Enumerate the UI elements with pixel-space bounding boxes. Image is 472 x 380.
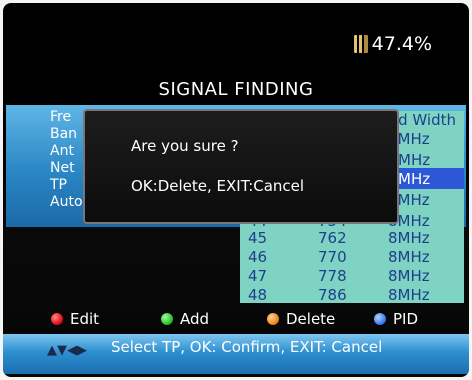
tp-row[interactable]: 47 778 8MHz bbox=[240, 265, 464, 286]
confirm-dialog[interactable]: Are you sure ? OK:Delete, EXIT:Cancel bbox=[83, 109, 399, 224]
tp-bw: 8MHz bbox=[388, 267, 430, 285]
blue-button-icon bbox=[374, 313, 386, 325]
help-bar: ▲▼◀▶ Select TP, OK: Confirm, EXIT: Cance… bbox=[3, 334, 469, 374]
legend-add-label: Add bbox=[180, 310, 210, 328]
tp-freq: 778 bbox=[318, 267, 347, 285]
signal-strength-icon bbox=[353, 35, 368, 53]
legend-add[interactable]: Add bbox=[161, 310, 209, 328]
tp-no: 48 bbox=[248, 286, 268, 304]
tp-no: 46 bbox=[248, 248, 268, 266]
legend-edit-label: Edit bbox=[70, 310, 100, 328]
navigation-arrows-icon: ▲▼◀▶ bbox=[47, 343, 87, 358]
param-band[interactable]: Ban bbox=[50, 126, 77, 142]
tv-screen: 47.4% SIGNAL FINDING Fre Ban Ant Net TP … bbox=[3, 3, 469, 377]
param-tp[interactable]: TP bbox=[50, 177, 67, 193]
legend-pid[interactable]: PID bbox=[374, 310, 418, 328]
red-button-icon bbox=[51, 313, 63, 325]
tp-bw: 8MHz bbox=[388, 286, 430, 304]
help-text: Select TP, OK: Confirm, EXIT: Cancel bbox=[111, 338, 383, 356]
green-button-icon bbox=[161, 313, 173, 325]
param-antenna[interactable]: Ant bbox=[50, 143, 74, 159]
tp-bw: MHz bbox=[398, 151, 431, 169]
param-network[interactable]: Net bbox=[50, 160, 75, 176]
tp-no: 45 bbox=[248, 229, 268, 247]
tp-header-bandwidth: d Width bbox=[398, 111, 456, 129]
signal-status: 47.4% bbox=[353, 33, 432, 55]
tp-row[interactable]: 46 770 8MHz bbox=[240, 246, 464, 267]
dialog-actions: OK:Delete, EXIT:Cancel bbox=[131, 177, 305, 195]
page-title: SIGNAL FINDING bbox=[158, 79, 314, 100]
tp-freq: 762 bbox=[318, 229, 347, 247]
legend-pid-label: PID bbox=[393, 310, 419, 328]
legend-edit[interactable]: Edit bbox=[51, 310, 99, 328]
tp-bw: 8MHz bbox=[388, 248, 430, 266]
orange-button-icon bbox=[267, 313, 279, 325]
legend-delete-label: Delete bbox=[286, 310, 336, 328]
tp-no: 47 bbox=[248, 267, 268, 285]
tp-bw: MHz bbox=[398, 170, 431, 188]
tp-row[interactable]: 48 786 8MHz bbox=[240, 284, 464, 305]
param-frequency[interactable]: Fre bbox=[50, 109, 71, 125]
signal-value: 47.4% bbox=[371, 33, 432, 55]
tp-freq: 770 bbox=[318, 248, 347, 266]
legend-delete[interactable]: Delete bbox=[267, 310, 335, 328]
dialog-question: Are you sure ? bbox=[131, 137, 239, 155]
tp-freq: 786 bbox=[318, 286, 347, 304]
tp-bw: 8MHz bbox=[388, 229, 430, 247]
tp-row[interactable]: 45 762 8MHz bbox=[240, 227, 464, 248]
